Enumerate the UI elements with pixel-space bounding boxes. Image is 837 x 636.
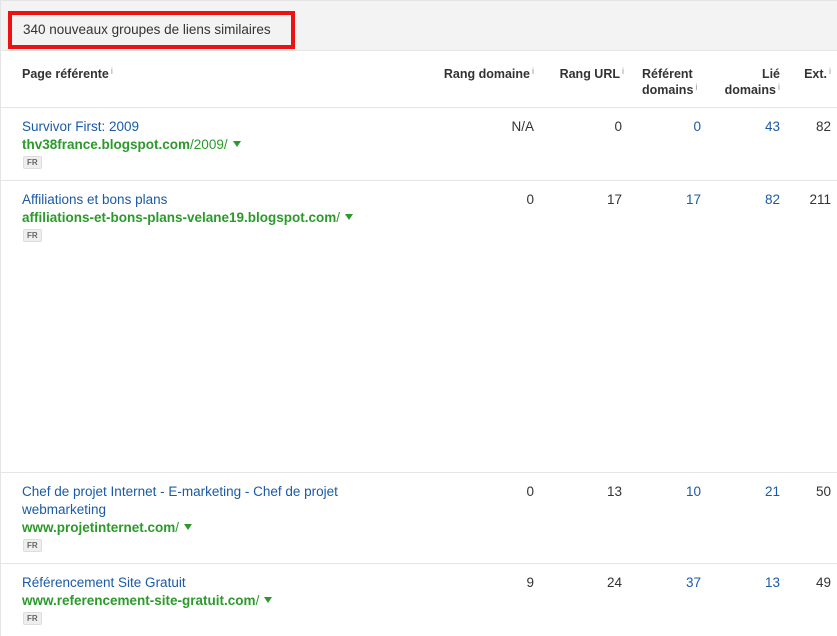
dropdown-caret-icon[interactable] bbox=[232, 141, 241, 148]
referring-page-url-link[interactable]: www.referencement-site-gratuit.com/ bbox=[22, 592, 273, 610]
info-icon[interactable]: i bbox=[778, 82, 780, 92]
column-header-external[interactable]: Ext. i bbox=[804, 66, 831, 82]
linked-domains-link[interactable]: 13 bbox=[765, 574, 780, 592]
linked-domains-link[interactable]: 82 bbox=[765, 191, 780, 209]
referring-domains-link[interactable]: 10 bbox=[686, 483, 701, 501]
column-header-url-rank[interactable]: Rang URL i bbox=[560, 66, 624, 82]
external-links-value: 82 bbox=[815, 119, 831, 134]
referring-domains-link[interactable]: 17 bbox=[686, 191, 701, 209]
info-icon[interactable]: i bbox=[532, 66, 534, 76]
language-badge: FR bbox=[23, 539, 42, 552]
table-row: Référencement Site Gratuit www.reference… bbox=[1, 564, 837, 636]
info-icon[interactable]: i bbox=[695, 82, 697, 92]
dropdown-caret-icon[interactable] bbox=[264, 597, 273, 604]
table-row: Affiliations et bons plans affiliations-… bbox=[1, 181, 837, 473]
url-rank-value: 17 bbox=[606, 192, 622, 207]
linked-domains-link[interactable]: 21 bbox=[765, 483, 780, 501]
language-badge: FR bbox=[23, 229, 42, 242]
domain-rank-value: 9 bbox=[526, 575, 534, 590]
referring-page-title-link[interactable]: Survivor First: 2009 bbox=[22, 118, 367, 136]
referring-domains-link[interactable]: 37 bbox=[686, 574, 701, 592]
column-header-linked-domains[interactable]: Lié domains i bbox=[725, 66, 780, 98]
table-row: Chef de projet Internet - E-marketing - … bbox=[1, 473, 837, 564]
linked-domains-link[interactable]: 43 bbox=[765, 118, 780, 136]
referring-page-title-link[interactable]: Affiliations et bons plans bbox=[22, 191, 367, 209]
summary-highlight-box: 340 nouveaux groupes de liens similaires bbox=[8, 11, 295, 49]
url-rank-value: 13 bbox=[606, 484, 622, 499]
referring-page-url-link[interactable]: affiliations-et-bons-plans-velane19.blog… bbox=[22, 209, 354, 227]
referring-page-url-link[interactable]: thv38france.blogspot.com/2009/ bbox=[22, 136, 241, 154]
referring-page-title-link[interactable]: Chef de projet Internet - E-marketing - … bbox=[22, 483, 367, 519]
url-rank-value: 0 bbox=[614, 119, 622, 134]
referring-domains-link[interactable]: 0 bbox=[693, 118, 701, 136]
dropdown-caret-icon[interactable] bbox=[345, 214, 354, 221]
url-rank-value: 24 bbox=[606, 575, 622, 590]
external-links-value: 211 bbox=[809, 192, 831, 207]
info-icon[interactable]: i bbox=[111, 66, 113, 76]
dropdown-caret-icon[interactable] bbox=[184, 524, 193, 531]
column-header-referring-page[interactable]: Page référente i bbox=[22, 66, 113, 82]
external-links-value: 49 bbox=[815, 575, 831, 590]
language-badge: FR bbox=[23, 612, 42, 625]
domain-rank-value: N/A bbox=[511, 119, 534, 134]
referring-page-url-link[interactable]: www.projetinternet.com/ bbox=[22, 519, 193, 537]
column-header-referring-domains[interactable]: Référent domains i bbox=[642, 66, 697, 98]
info-icon[interactable]: i bbox=[622, 66, 624, 76]
summary-count-text: 340 nouveaux groupes de liens similaires bbox=[23, 22, 271, 37]
domain-rank-value: 0 bbox=[526, 484, 534, 499]
summary-bar: 340 nouveaux groupes de liens similaires bbox=[1, 1, 837, 51]
language-badge: FR bbox=[23, 156, 42, 169]
table-header: Page référente i Rang domaine i Rang URL i … bbox=[1, 52, 837, 108]
table-row: Survivor First: 2009 thv38france.blogspo… bbox=[1, 108, 837, 181]
domain-rank-value: 0 bbox=[526, 192, 534, 207]
external-links-value: 50 bbox=[815, 484, 831, 499]
column-header-domain-rank[interactable]: Rang domaine i bbox=[444, 66, 534, 82]
referring-page-title-link[interactable]: Référencement Site Gratuit bbox=[22, 574, 367, 592]
info-icon[interactable]: i bbox=[829, 66, 831, 76]
